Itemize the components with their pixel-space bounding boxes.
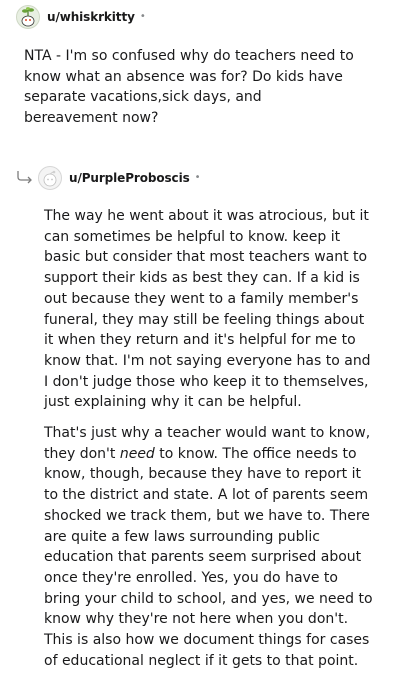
comment-body: NTA - I'm so confused why do teachers ne…	[24, 48, 354, 127]
paragraph-text: to know. The office needs to know, thoug…	[44, 445, 373, 669]
user-avatar[interactable]	[16, 5, 40, 29]
meta-separator: •	[139, 11, 146, 22]
meta-separator: •	[194, 172, 201, 183]
user-avatar[interactable]	[38, 166, 62, 190]
comment-author[interactable]: u/whiskrkitty	[47, 10, 135, 24]
comment-paragraph: The way he went about it was atrocious, …	[44, 208, 371, 411]
comment-author[interactable]: u/PurpleProboscis	[69, 171, 190, 185]
comment-body: The way he went about it was atrocious, …	[44, 206, 378, 681]
comment-header: u/PurpleProboscis •	[16, 165, 201, 191]
reply-arrow-icon	[17, 171, 32, 184]
default-avatar-icon	[43, 170, 57, 187]
comment-paragraph: That's just why a teacher would want to …	[44, 423, 378, 671]
snoo-avatar-plant-icon	[21, 7, 35, 27]
comment-header: u/whiskrkitty •	[16, 4, 146, 30]
emphasized-text: need	[119, 445, 155, 462]
